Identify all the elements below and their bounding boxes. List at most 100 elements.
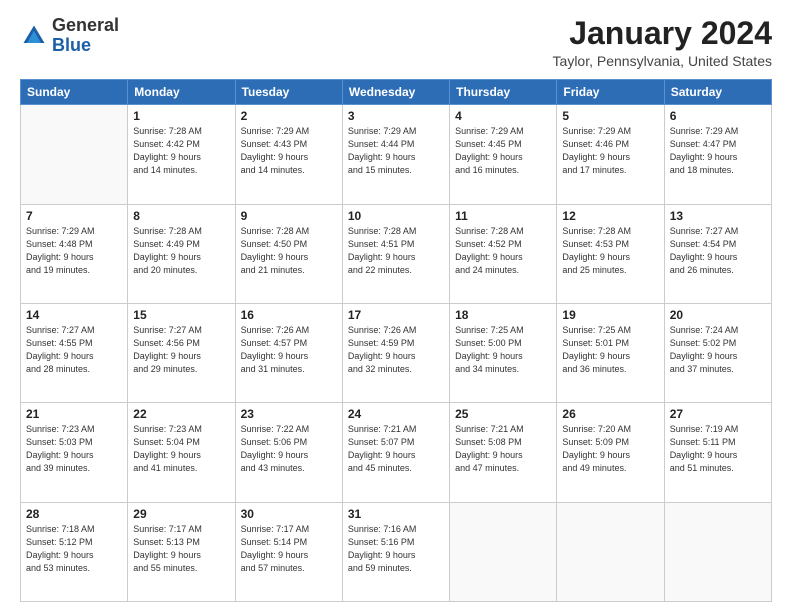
calendar-cell: 30Sunrise: 7:17 AM Sunset: 5:14 PM Dayli… [235,502,342,601]
day-info: Sunrise: 7:28 AM Sunset: 4:51 PM Dayligh… [348,225,444,277]
calendar-cell [557,502,664,601]
day-info: Sunrise: 7:20 AM Sunset: 5:09 PM Dayligh… [562,423,658,475]
calendar-cell: 28Sunrise: 7:18 AM Sunset: 5:12 PM Dayli… [21,502,128,601]
calendar-cell: 25 Sunrise: 7:21 AM Sunset: 5:08 PM Dayli… [450,403,557,502]
day-number: 18 [455,308,551,322]
calendar-week-5: 28Sunrise: 7:18 AM Sunset: 5:12 PM Dayli… [21,502,772,601]
day-info: Sunrise: 7:28 AM Sunset: 4:42 PM Dayligh… [133,125,229,177]
header: General Blue January 2024 Taylor, Pennsy… [20,16,772,69]
day-of-week-sunday: Sunday [21,80,128,105]
day-number: 31 [348,507,444,521]
calendar-cell: 21 Sunrise: 7:23 AM Sunset: 5:03 PM Dayli… [21,403,128,502]
day-of-week-saturday: Saturday [664,80,771,105]
day-number: 21 [26,407,122,421]
day-number: 12 [562,209,658,223]
day-number: 24 [348,407,444,421]
title-block: January 2024 Taylor, Pennsylvania, Unite… [553,16,772,69]
logo: General Blue [20,16,119,56]
day-info: Sunrise: 7:21 AM Sunset: 5:08 PM Dayligh… [455,423,551,475]
calendar-cell: 20 Sunrise: 7:24 AM Sunset: 5:02 PM Dayli… [664,303,771,402]
calendar-header-row: SundayMondayTuesdayWednesdayThursdayFrid… [21,80,772,105]
day-info: Sunrise: 7:28 AM Sunset: 4:49 PM Dayligh… [133,225,229,277]
day-number: 10 [348,209,444,223]
day-info: Sunrise: 7:16 AM Sunset: 5:16 PM Dayligh… [348,523,444,575]
calendar-cell: 31 Sunrise: 7:16 AM Sunset: 5:16 PM Dayli… [342,502,449,601]
location: Taylor, Pennsylvania, United States [553,53,772,69]
day-number: 6 [670,109,766,123]
calendar-cell: 5 Sunrise: 7:29 AM Sunset: 4:46 PM Daylig… [557,105,664,204]
day-number: 26 [562,407,658,421]
day-number: 11 [455,209,551,223]
page: General Blue January 2024 Taylor, Pennsy… [0,0,792,612]
day-info: Sunrise: 7:21 AM Sunset: 5:07 PM Dayligh… [348,423,444,475]
day-info: Sunrise: 7:27 AM Sunset: 4:54 PM Dayligh… [670,225,766,277]
logo-general: General [52,15,119,35]
day-info: Sunrise: 7:29 AM Sunset: 4:44 PM Dayligh… [348,125,444,177]
calendar-cell: 2Sunrise: 7:29 AM Sunset: 4:43 PM Daylig… [235,105,342,204]
day-number: 23 [241,407,337,421]
calendar-cell: 19Sunrise: 7:25 AM Sunset: 5:01 PM Dayli… [557,303,664,402]
day-number: 20 [670,308,766,322]
day-info: Sunrise: 7:29 AM Sunset: 4:45 PM Dayligh… [455,125,551,177]
calendar-cell: 8Sunrise: 7:28 AM Sunset: 4:49 PM Daylig… [128,204,235,303]
day-info: Sunrise: 7:29 AM Sunset: 4:47 PM Dayligh… [670,125,766,177]
day-info: Sunrise: 7:19 AM Sunset: 5:11 PM Dayligh… [670,423,766,475]
day-info: Sunrise: 7:25 AM Sunset: 5:01 PM Dayligh… [562,324,658,376]
calendar-cell: 10 Sunrise: 7:28 AM Sunset: 4:51 PM Dayli… [342,204,449,303]
day-number: 17 [348,308,444,322]
calendar-cell: 7 Sunrise: 7:29 AM Sunset: 4:48 PM Daylig… [21,204,128,303]
day-number: 1 [133,109,229,123]
day-number: 9 [241,209,337,223]
day-of-week-tuesday: Tuesday [235,80,342,105]
day-number: 16 [241,308,337,322]
calendar-cell: 3Sunrise: 7:29 AM Sunset: 4:44 PM Daylig… [342,105,449,204]
day-info: Sunrise: 7:25 AM Sunset: 5:00 PM Dayligh… [455,324,551,376]
calendar-cell: 4Sunrise: 7:29 AM Sunset: 4:45 PM Daylig… [450,105,557,204]
calendar-cell: 14Sunrise: 7:27 AM Sunset: 4:55 PM Dayli… [21,303,128,402]
calendar-cell: 6 Sunrise: 7:29 AM Sunset: 4:47 PM Daylig… [664,105,771,204]
day-info: Sunrise: 7:28 AM Sunset: 4:50 PM Dayligh… [241,225,337,277]
calendar-cell: 29Sunrise: 7:17 AM Sunset: 5:13 PM Dayli… [128,502,235,601]
calendar-cell: 24 Sunrise: 7:21 AM Sunset: 5:07 PM Dayli… [342,403,449,502]
day-of-week-friday: Friday [557,80,664,105]
day-number: 13 [670,209,766,223]
calendar-cell: 23Sunrise: 7:22 AM Sunset: 5:06 PM Dayli… [235,403,342,502]
day-info: Sunrise: 7:26 AM Sunset: 4:57 PM Dayligh… [241,324,337,376]
calendar-cell: 17 Sunrise: 7:26 AM Sunset: 4:59 PM Dayli… [342,303,449,402]
day-number: 15 [133,308,229,322]
calendar-cell: 22 Sunrise: 7:23 AM Sunset: 5:04 PM Dayli… [128,403,235,502]
day-info: Sunrise: 7:23 AM Sunset: 5:04 PM Dayligh… [133,423,229,475]
calendar-cell: 11 Sunrise: 7:28 AM Sunset: 4:52 PM Dayli… [450,204,557,303]
day-info: Sunrise: 7:27 AM Sunset: 4:56 PM Dayligh… [133,324,229,376]
day-number: 14 [26,308,122,322]
month-title: January 2024 [553,16,772,51]
calendar-cell [664,502,771,601]
day-number: 5 [562,109,658,123]
calendar-cell [21,105,128,204]
calendar-cell [450,502,557,601]
day-info: Sunrise: 7:28 AM Sunset: 4:52 PM Dayligh… [455,225,551,277]
calendar-cell: 18 Sunrise: 7:25 AM Sunset: 5:00 PM Dayli… [450,303,557,402]
day-of-week-monday: Monday [128,80,235,105]
day-number: 7 [26,209,122,223]
calendar-cell: 15 Sunrise: 7:27 AM Sunset: 4:56 PM Dayli… [128,303,235,402]
day-info: Sunrise: 7:26 AM Sunset: 4:59 PM Dayligh… [348,324,444,376]
day-info: Sunrise: 7:29 AM Sunset: 4:46 PM Dayligh… [562,125,658,177]
calendar-week-1: 1 Sunrise: 7:28 AM Sunset: 4:42 PM Daylig… [21,105,772,204]
day-info: Sunrise: 7:29 AM Sunset: 4:48 PM Dayligh… [26,225,122,277]
day-info: Sunrise: 7:17 AM Sunset: 5:14 PM Dayligh… [241,523,337,575]
calendar-cell: 16 Sunrise: 7:26 AM Sunset: 4:57 PM Dayli… [235,303,342,402]
day-number: 27 [670,407,766,421]
calendar-table: SundayMondayTuesdayWednesdayThursdayFrid… [20,79,772,602]
logo-blue: Blue [52,35,91,55]
calendar-week-2: 7 Sunrise: 7:29 AM Sunset: 4:48 PM Daylig… [21,204,772,303]
day-info: Sunrise: 7:23 AM Sunset: 5:03 PM Dayligh… [26,423,122,475]
day-info: Sunrise: 7:18 AM Sunset: 5:12 PM Dayligh… [26,523,122,575]
day-number: 25 [455,407,551,421]
logo-icon [20,22,48,50]
calendar-week-3: 14Sunrise: 7:27 AM Sunset: 4:55 PM Dayli… [21,303,772,402]
day-of-week-thursday: Thursday [450,80,557,105]
day-number: 22 [133,407,229,421]
calendar-cell: 1 Sunrise: 7:28 AM Sunset: 4:42 PM Daylig… [128,105,235,204]
day-info: Sunrise: 7:24 AM Sunset: 5:02 PM Dayligh… [670,324,766,376]
